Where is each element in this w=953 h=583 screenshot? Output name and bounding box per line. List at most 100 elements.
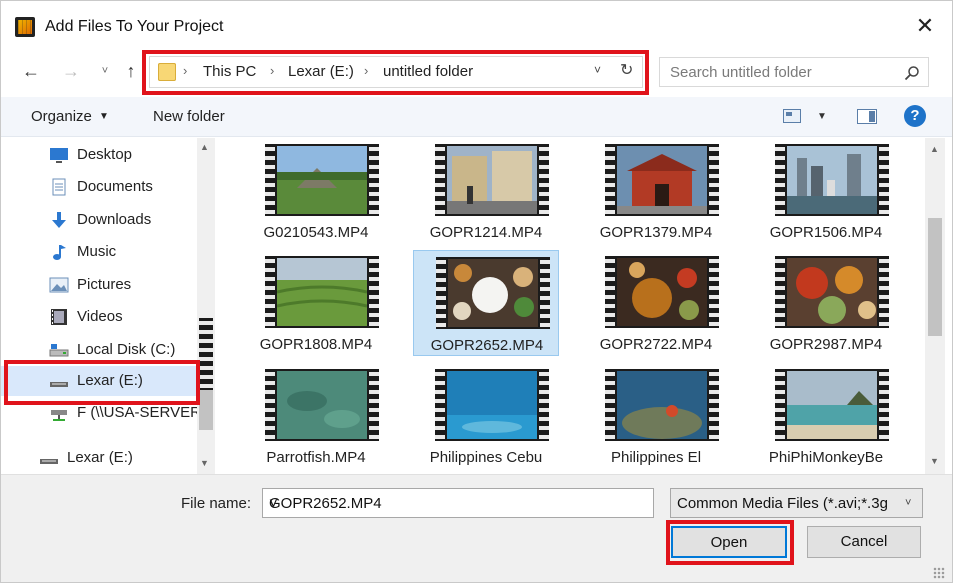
sidebar-item-label: Downloads	[77, 211, 152, 228]
usb-drive-icon	[49, 372, 69, 390]
organize-caret-icon[interactable]: ▼	[99, 111, 109, 122]
dialog-title: Add Files To Your Project	[45, 18, 224, 35]
sidebar-item[interactable]: Music	[1, 237, 197, 267]
file-name-label: GOPR2722.MP4	[599, 336, 713, 353]
address-dropdown-icon[interactable]: ˅	[594, 63, 601, 77]
file-tile[interactable]: Philippines El	[583, 363, 729, 469]
navigation-pane: Desktop Documents Downloads Music Pictures Vi…	[1, 138, 215, 474]
video-thumbnail	[265, 256, 379, 328]
scrollbar-thumb[interactable]	[199, 318, 213, 430]
resize-grip-icon[interactable]	[933, 567, 945, 579]
search-placeholder: Search untitled folder	[670, 64, 812, 81]
file-type-dropdown-icon[interactable]: ˅	[905, 497, 922, 509]
file-tile[interactable]: GOPR1808.MP4	[243, 250, 389, 356]
file-name-label: File name:	[181, 495, 252, 512]
close-button[interactable]: ✕	[913, 15, 937, 39]
breadcrumb-untitled-folder[interactable]: untitled folder	[383, 63, 473, 80]
desktop-icon	[49, 146, 69, 164]
sidebar-item-label: Lexar (E:)	[67, 449, 133, 466]
file-grid-scrollbar[interactable]: ▲ ▼	[925, 138, 945, 474]
organize-button[interactable]: Organize	[31, 108, 92, 125]
video-thumbnail	[775, 256, 889, 328]
up-arrow-icon[interactable]: ↑	[119, 59, 143, 83]
video-thumbnail	[775, 369, 889, 441]
usb-drive-icon	[39, 449, 59, 467]
scroll-up-icon[interactable]: ▲	[200, 142, 209, 152]
file-tile[interactable]: GOPR1379.MP4	[583, 138, 729, 244]
file-name-field[interactable]: GOPR2652.MP4 ˅	[262, 488, 654, 518]
video-thumbnail	[436, 257, 550, 329]
sidebar-item[interactable]: F (\\USA-SERVER	[1, 398, 201, 428]
file-tile[interactable]: GOPR2652.MP4	[413, 250, 559, 356]
video-thumbnail	[435, 144, 549, 216]
file-tile[interactable]: Philippines Cebu	[413, 363, 559, 469]
scrollbar-thumb[interactable]	[928, 218, 942, 336]
sidebar-item-label: Lexar (E:)	[77, 372, 143, 389]
breadcrumb-lexar[interactable]: Lexar (E:)	[288, 63, 354, 80]
video-thumbnail	[605, 144, 719, 216]
file-name-label: GOPR1808.MP4	[259, 336, 373, 353]
breadcrumb-this-pc[interactable]: This PC	[203, 63, 256, 80]
sidebar-item-label: Music	[77, 243, 117, 260]
address-bar[interactable]: › This PC › Lexar (E:) › untitled folder…	[149, 56, 643, 88]
file-name-dropdown-icon[interactable]: ˅	[269, 495, 278, 512]
back-arrow-icon[interactable]: ←	[19, 59, 43, 83]
navigation-pane-scrollbar[interactable]: ▲ ▼	[197, 138, 215, 474]
file-name-label: Philippines El	[610, 449, 702, 466]
sidebar-item[interactable]: Videos	[1, 302, 197, 332]
file-tile[interactable]: GOPR2722.MP4	[583, 250, 729, 356]
recent-locations-chevron-icon[interactable]: ˅	[93, 59, 117, 83]
file-type-select[interactable]: Common Media Files (*.avi;*.3g ˅	[670, 488, 923, 518]
file-name-label: Philippines Cebu	[429, 449, 543, 466]
breadcrumb-separator: ›	[364, 63, 369, 78]
sidebar-item[interactable]: Lexar (E:)	[1, 443, 197, 473]
file-tile[interactable]: GOPR2987.MP4	[753, 250, 899, 356]
view-options-caret-icon[interactable]: ▼	[817, 111, 827, 122]
help-icon[interactable]: ?	[904, 105, 926, 127]
file-name-label: PhiPhiMonkeyBe	[768, 449, 884, 466]
sidebar-item[interactable]: Documents	[1, 172, 197, 202]
sidebar-item[interactable]: Downloads	[1, 205, 197, 235]
file-tile[interactable]: PhiPhiMonkeyBe	[753, 363, 899, 469]
sidebar-item-label: Documents	[77, 178, 153, 195]
sidebar-item[interactable]: Desktop	[1, 140, 197, 170]
preview-pane-icon[interactable]	[857, 109, 877, 124]
file-tile[interactable]: G0210543.MP4	[243, 138, 389, 244]
downloads-icon	[49, 211, 69, 229]
file-name-label: GOPR1506.MP4	[769, 224, 883, 241]
video-thumbnail	[775, 144, 889, 216]
sidebar-item-label: Videos	[77, 308, 123, 325]
forward-arrow-icon[interactable]: →	[59, 59, 83, 83]
cancel-button[interactable]: Cancel	[807, 526, 921, 558]
file-name-label: G0210543.MP4	[263, 224, 369, 241]
music-icon	[49, 243, 69, 261]
sidebar-item[interactable]: Local Disk (C:)	[1, 335, 197, 365]
sidebar-item[interactable]: Pictures	[1, 270, 197, 300]
change-view-icon[interactable]	[783, 109, 801, 123]
file-type-value: Common Media Files (*.avi;*.3g	[677, 495, 888, 512]
documents-icon	[49, 178, 69, 196]
scroll-down-icon[interactable]: ▼	[930, 456, 939, 466]
sidebar-item[interactable]: Lexar (E:)	[1, 366, 197, 396]
drive-icon	[49, 341, 69, 359]
file-name-label: GOPR1379.MP4	[599, 224, 713, 241]
video-thumbnail	[605, 256, 719, 328]
folder-icon	[158, 63, 176, 81]
file-tile[interactable]: GOPR1214.MP4	[413, 138, 559, 244]
videos-icon	[49, 308, 69, 326]
file-name-label: GOPR1214.MP4	[429, 224, 543, 241]
file-name-label: GOPR2987.MP4	[769, 336, 883, 353]
scroll-down-icon[interactable]: ▼	[200, 458, 209, 468]
sidebar-item-label: Local Disk (C:)	[77, 341, 176, 358]
refresh-icon[interactable]: ↻	[620, 60, 633, 80]
scroll-up-icon[interactable]: ▲	[930, 144, 939, 154]
file-name-label: GOPR2652.MP4	[430, 337, 544, 354]
file-tile[interactable]: Parrotfish.MP4	[243, 363, 389, 469]
sidebar-item-label: Pictures	[77, 276, 132, 293]
file-name-label: Parrotfish.MP4	[266, 449, 366, 466]
file-tile[interactable]: GOPR1506.MP4	[753, 138, 899, 244]
open-button[interactable]: Open	[671, 526, 787, 558]
sidebar-item-label: Desktop	[77, 146, 133, 163]
search-input[interactable]: Search untitled folder	[659, 57, 929, 87]
new-folder-button[interactable]: New folder	[153, 108, 225, 125]
